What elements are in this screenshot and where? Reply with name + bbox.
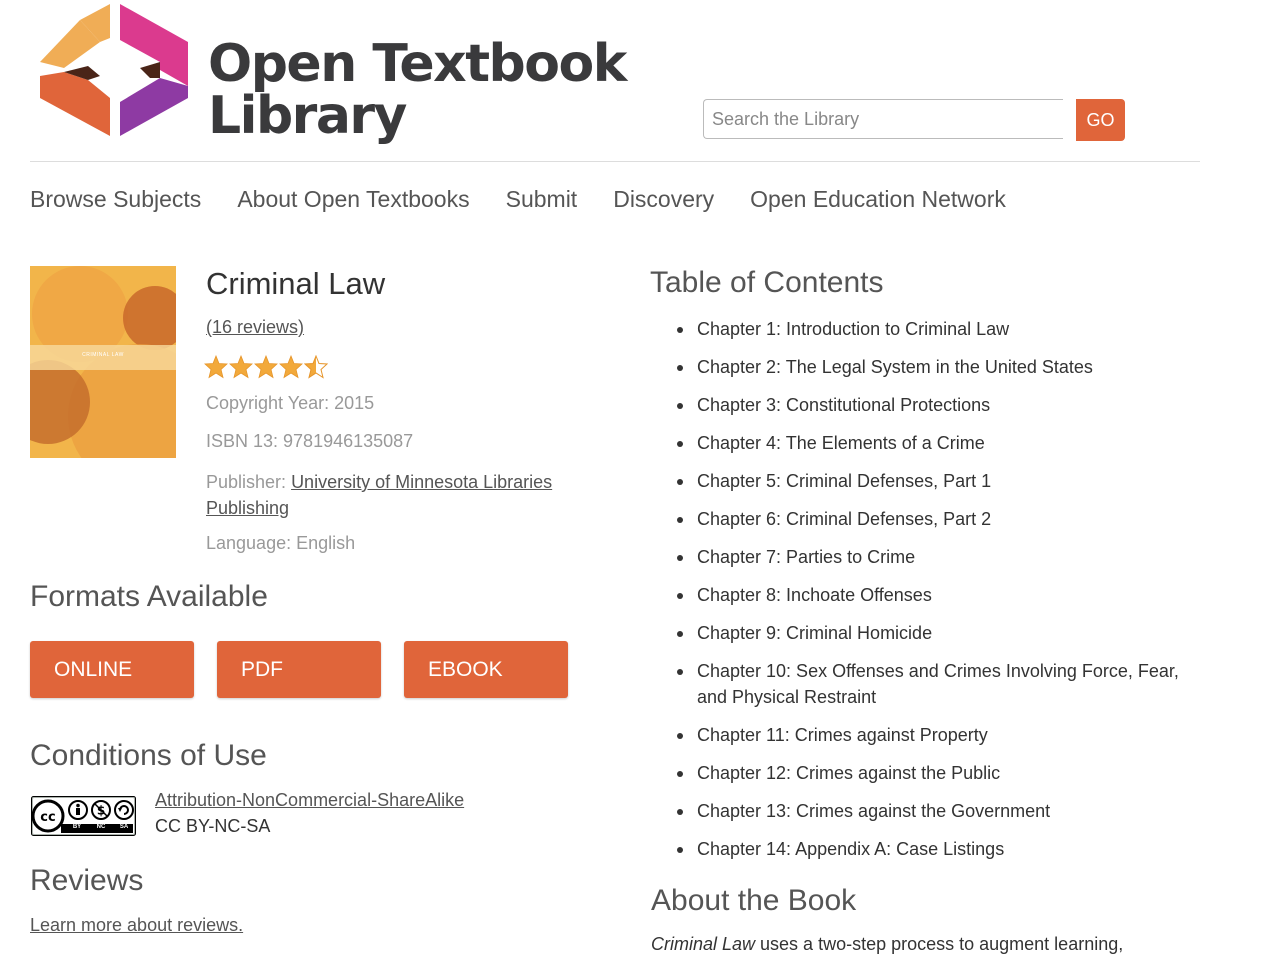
search-input[interactable] [703, 99, 1063, 139]
isbn: ISBN 13: 9781946135087 [206, 431, 414, 451]
svg-text:cc: cc [40, 810, 55, 825]
star-full-icon [254, 355, 278, 379]
reviews-heading: Reviews [30, 864, 144, 897]
nav-browse-subjects[interactable]: Browse Subjects [30, 186, 201, 213]
toc-item: Chapter 4: The Elements of a Crime [677, 430, 1207, 456]
toc-item: Chapter 6: Criminal Defenses, Part 2 [677, 506, 1207, 532]
toc-list: Chapter 1: Introduction to Criminal Law … [677, 316, 1207, 874]
star-full-icon [204, 355, 228, 379]
reviews-count-link[interactable]: (16 reviews) [206, 317, 304, 338]
conditions-heading: Conditions of Use [30, 739, 267, 772]
nav-open-education-network[interactable]: Open Education Network [750, 186, 1006, 213]
toc-item: Chapter 1: Introduction to Criminal Law [677, 316, 1207, 342]
about-intro-title: Criminal Law [651, 934, 756, 954]
publisher: Publisher: University of Minnesota Libra… [206, 469, 552, 521]
star-full-icon [229, 355, 253, 379]
toc-item: Chapter 7: Parties to Crime [677, 544, 1207, 570]
search-bar: GO [703, 99, 1125, 141]
cc-license-badge[interactable]: cc $ BY NC SA [31, 796, 136, 841]
nav-submit[interactable]: Submit [506, 186, 578, 213]
brand-name: Open Textbook Library [208, 34, 627, 146]
cover-title: CRIMINAL LAW [82, 352, 124, 358]
brand-name-line2: Library [208, 86, 407, 146]
main-nav: Browse Subjects About Open Textbooks Sub… [30, 186, 1042, 213]
license-link[interactable]: Attribution-NonCommercial-ShareAlike [155, 790, 464, 811]
cc-by-nc-sa-icon: cc $ [31, 796, 136, 836]
language: Language: English [206, 533, 356, 553]
copyright-year: Copyright Year: 2015 [206, 393, 375, 413]
star-rating [204, 355, 329, 379]
toc-item: Chapter 11: Crimes against Property [677, 722, 1207, 748]
site-logo[interactable] [40, 2, 190, 143]
publisher-link-line1: University of Minnesota Libraries [291, 472, 553, 492]
toc-item: Chapter 9: Criminal Homicide [677, 620, 1207, 646]
brand-name-line1: Open Textbook [208, 34, 627, 94]
format-pdf-button[interactable]: PDF [217, 641, 381, 698]
about-intro-text: uses a two-step process to augment learn… [755, 934, 1124, 954]
toc-heading: Table of Contents [650, 266, 884, 299]
book-cover: CRIMINAL LAW [30, 266, 176, 458]
star-full-icon [279, 355, 303, 379]
badge-label-by: BY [72, 824, 82, 830]
toc-item: Chapter 8: Inchoate Offenses [677, 582, 1207, 608]
toc-item: Chapter 2: The Legal System in the Unite… [677, 354, 1207, 380]
toc-item: Chapter 12: Crimes against the Public [677, 760, 1207, 786]
publisher-link-line2: Publishing [206, 498, 290, 518]
badge-label-sa: SA [119, 824, 129, 830]
toc-item: Chapter 10: Sex Offenses and Crimes Invo… [677, 658, 1207, 710]
book-title: Criminal Law [206, 266, 386, 301]
format-ebook-button[interactable]: EBOOK [404, 641, 568, 698]
toc-item: Chapter 5: Criminal Defenses, Part 1 [677, 468, 1207, 494]
badge-label-nc: NC [96, 824, 106, 830]
search-go-button[interactable]: GO [1076, 99, 1125, 141]
formats-heading: Formats Available [30, 580, 268, 613]
learn-more-reviews-link[interactable]: Learn more about reviews. [30, 915, 243, 936]
publisher-label: Publisher: [206, 472, 287, 492]
toc-item: Chapter 3: Constitutional Protections [677, 392, 1207, 418]
nav-discovery[interactable]: Discovery [613, 186, 714, 213]
star-half-icon [304, 355, 328, 379]
license-code: CC BY-NC-SA [155, 816, 271, 836]
nav-about-open-textbooks[interactable]: About Open Textbooks [237, 186, 469, 213]
about-intro: Criminal Law uses a two-step process to … [651, 934, 1123, 955]
toc-item: Chapter 14: Appendix A: Case Listings [677, 836, 1207, 862]
logo-mark-icon [40, 4, 188, 136]
format-online-button[interactable]: ONLINE [30, 641, 194, 698]
header-divider [30, 161, 1200, 162]
toc-item: Chapter 13: Crimes against the Governmen… [677, 798, 1207, 824]
about-heading: About the Book [651, 884, 857, 917]
